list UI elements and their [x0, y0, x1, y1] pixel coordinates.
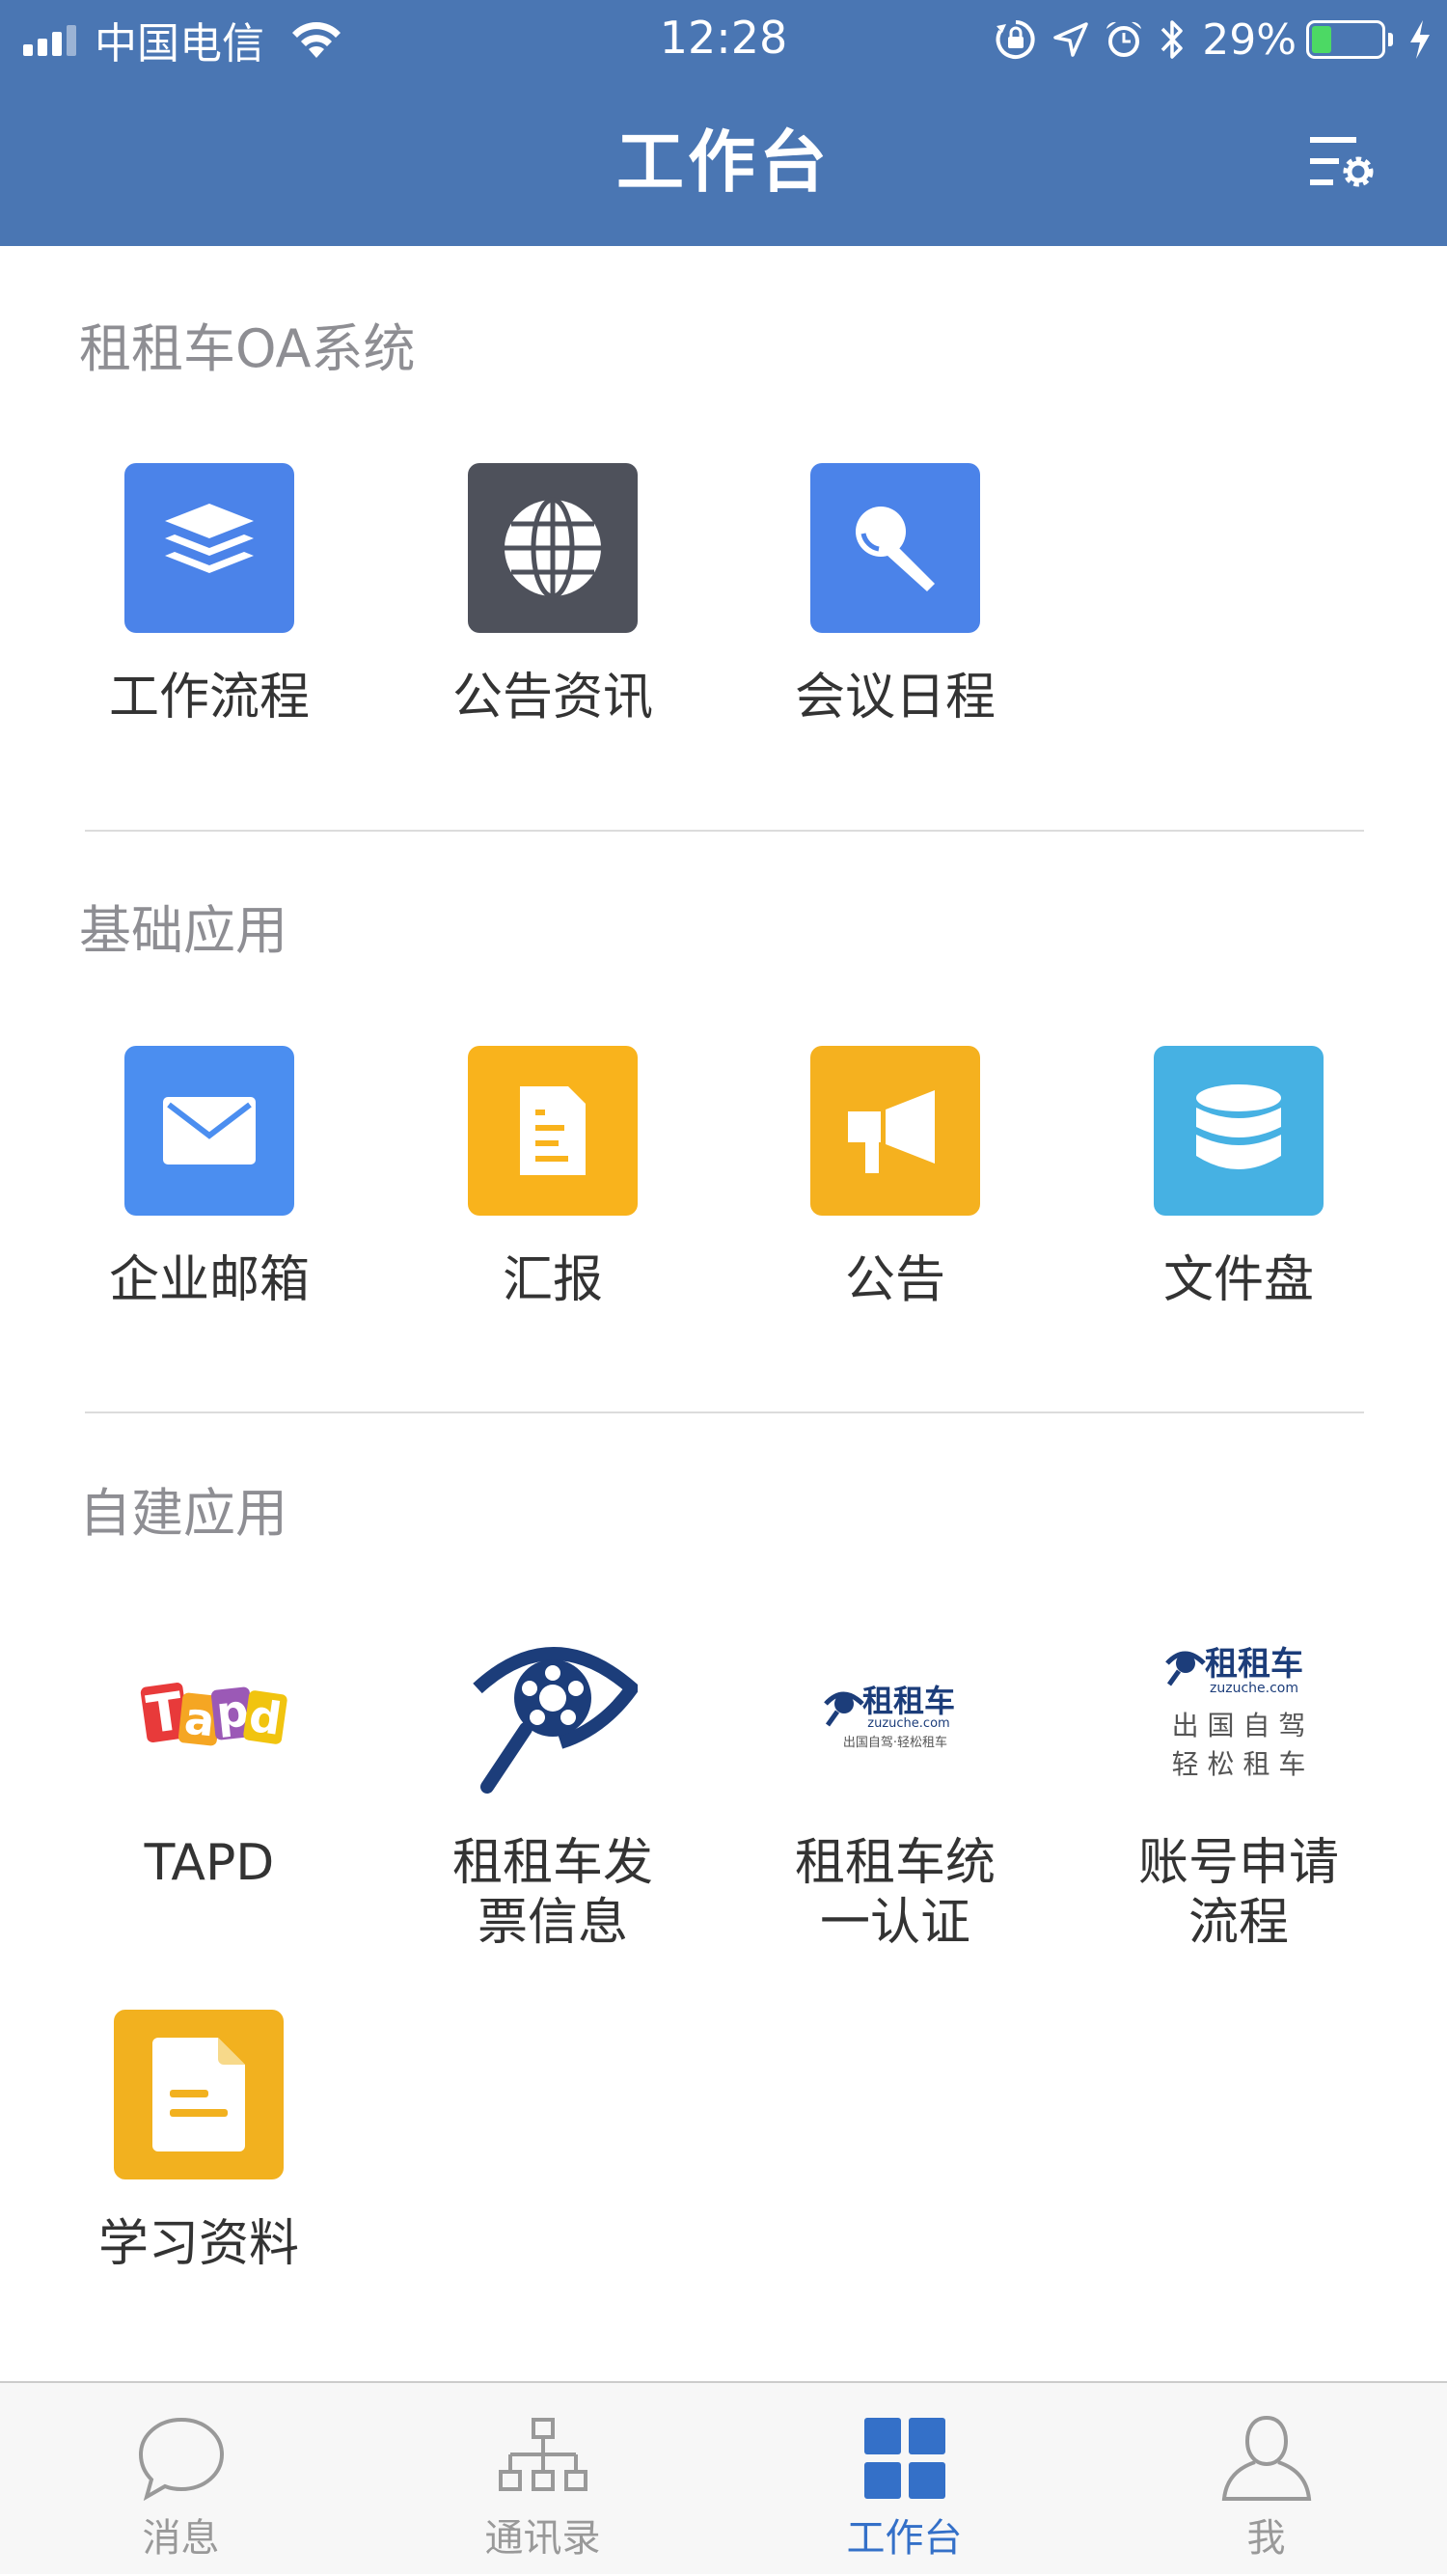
app-announcements-news[interactable]: 公告资讯 [408, 463, 697, 727]
app-learning-materials[interactable]: 学习资料 [54, 2010, 343, 2274]
svg-text:出 国 自 驾: 出 国 自 驾 [1172, 1710, 1306, 1741]
tab-bar: 消息 通讯录 工作台 我 [0, 2381, 1447, 2574]
app-account-application[interactable]: 租租车 zuzuche.com 出 国 自 驾 轻 松 租 车 账号申请 流程 [1094, 1629, 1383, 1953]
app-invoice-info[interactable]: 租租车发 票信息 [408, 1629, 697, 1953]
tab-contacts[interactable]: 通讯录 [362, 2383, 724, 2576]
zuzuche-eye-logo [468, 1629, 638, 1798]
status-bar: 中国电信 12:28 29% [0, 0, 1447, 81]
svg-text:出国自驾·轻松租车: 出国自驾·轻松租车 [843, 1735, 947, 1750]
microphone-icon [810, 463, 980, 633]
section-title-oa: 租租车OA系统 [79, 318, 416, 379]
header: 中国电信 12:28 29% 工作台 [0, 0, 1447, 246]
app-tapd[interactable]: T a p d TAPD [65, 1629, 354, 1893]
bluetooth-icon [1160, 20, 1183, 59]
document-icon [114, 2010, 284, 2179]
zuzuche-logo: 租租车 zuzuche.com 出 国 自 驾 轻 松 租 车 [1154, 1629, 1324, 1798]
layers-icon [124, 463, 294, 633]
zuzuche-logo: 租租车 zuzuche.com 出国自驾·轻松租车 [810, 1629, 980, 1798]
report-icon [468, 1046, 638, 1216]
chat-bubble-icon [138, 2417, 225, 2502]
org-chart-icon [499, 2418, 587, 2491]
megaphone-icon [810, 1046, 980, 1216]
app-report[interactable]: 汇报 [408, 1046, 697, 1310]
orientation-lock-icon [996, 20, 1035, 59]
charging-icon [1410, 20, 1430, 59]
svg-text:zuzuche.com: zuzuche.com [867, 1716, 949, 1731]
tab-me[interactable]: 我 [1085, 2383, 1447, 2576]
globe-icon [468, 463, 638, 633]
zuzuche-logo-text: 租租车 [862, 1683, 955, 1719]
alarm-icon [1106, 21, 1142, 57]
database-icon [1154, 1046, 1324, 1216]
section-divider [85, 830, 1364, 832]
svg-text:zuzuche.com: zuzuche.com [1210, 1681, 1298, 1696]
svg-text:轻 松 租 车: 轻 松 租 车 [1172, 1748, 1306, 1780]
grid-icon [864, 2418, 945, 2499]
tab-workbench[interactable]: 工作台 [724, 2383, 1085, 2576]
section-title-basic-apps: 基础应用 [79, 900, 287, 961]
mail-icon [124, 1046, 294, 1216]
app-workflow[interactable]: 工作流程 [65, 463, 354, 727]
page-title: 工作台 [616, 123, 831, 202]
app-file-disk[interactable]: 文件盘 [1094, 1046, 1383, 1310]
battery-percent: 29% [1202, 14, 1297, 65]
app-unified-auth[interactable]: 租租车 zuzuche.com 出国自驾·轻松租车 租租车统 一认证 [751, 1629, 1040, 1953]
app-announcement[interactable]: 公告 [751, 1046, 1040, 1310]
app-meeting-schedule[interactable]: 会议日程 [751, 463, 1040, 727]
section-divider [85, 1411, 1364, 1413]
section-title-custom-apps: 自建应用 [79, 1483, 287, 1544]
location-icon [1053, 22, 1088, 57]
battery-icon [1306, 20, 1385, 59]
app-enterprise-mail[interactable]: 企业邮箱 [65, 1046, 354, 1310]
tab-messages[interactable]: 消息 [0, 2383, 362, 2576]
settings-icon[interactable] [1308, 129, 1381, 197]
person-icon [1221, 2415, 1312, 2501]
svg-text:租租车: 租租车 [1205, 1645, 1303, 1684]
tapd-logo: T a p d [124, 1629, 294, 1798]
